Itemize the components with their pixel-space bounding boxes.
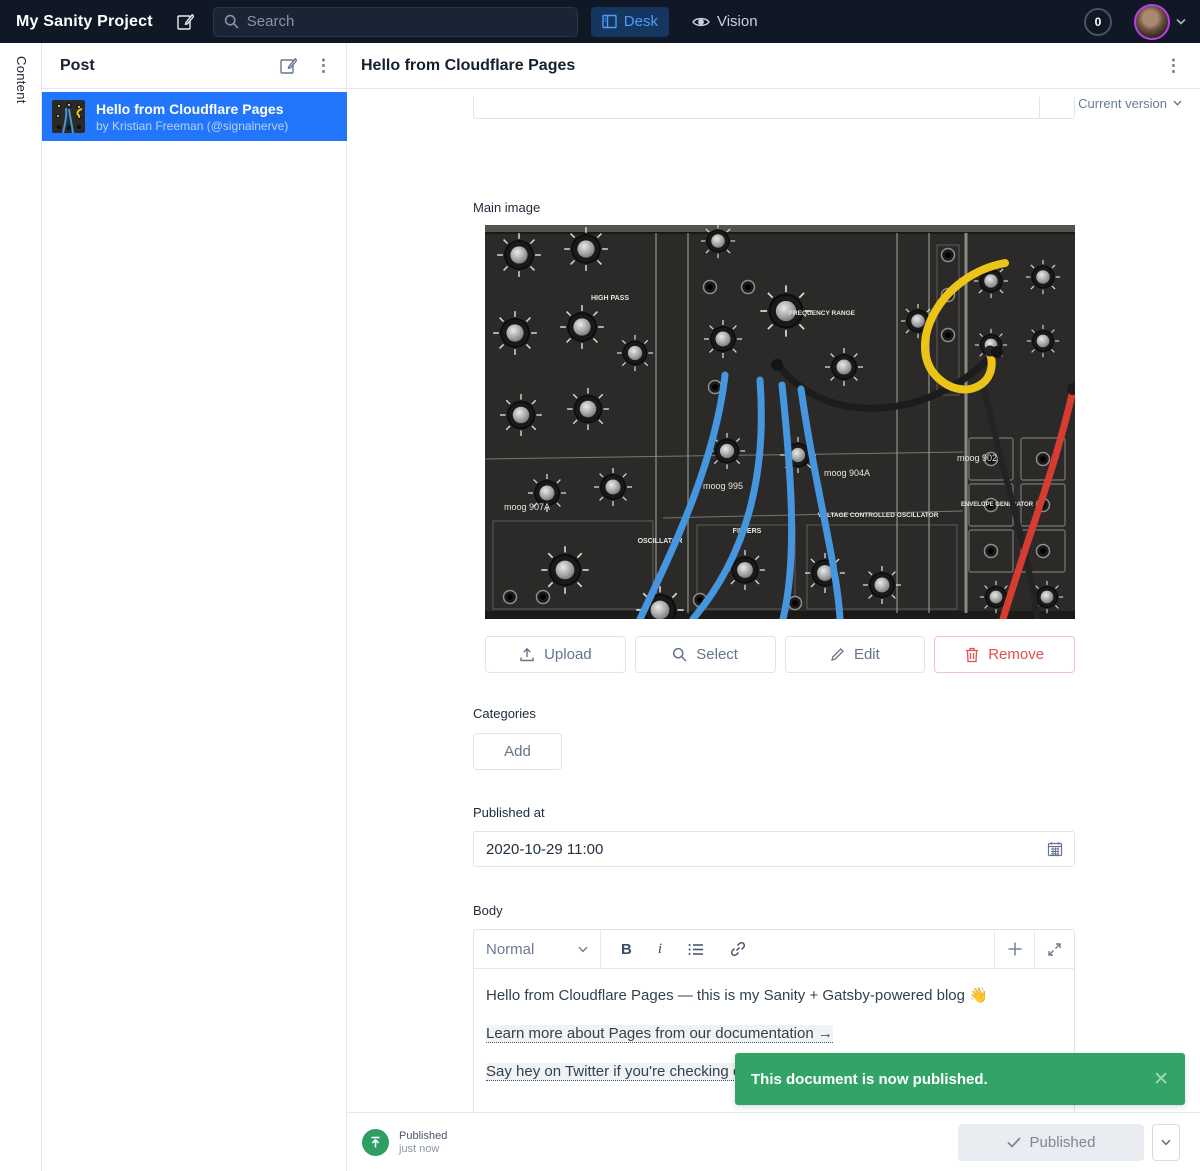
publish-button-label: Published: [1030, 1134, 1096, 1151]
bold-button[interactable]: B: [621, 941, 632, 958]
rail-label[interactable]: Content: [14, 56, 29, 104]
published-status-icon: [362, 1129, 389, 1156]
eye-icon: [692, 15, 710, 29]
top-bar: My Sanity Project Desk: [0, 0, 1200, 43]
tab-desk[interactable]: Desk: [591, 7, 669, 37]
main-image[interactable]: HIGH PASS FREQUENCY RANGE moog 907A moog…: [485, 225, 1075, 619]
content-rail: Content: [0, 43, 42, 1171]
version-chevron-down-icon[interactable]: [1173, 100, 1182, 106]
categories-label: Categories: [473, 706, 536, 721]
body-paragraph: Learn more about Pages from our document…: [486, 1025, 1062, 1042]
body-label: Body: [473, 903, 503, 918]
style-selector-value: Normal: [486, 941, 534, 958]
pencil-icon: [830, 647, 845, 662]
document-footer: Published just now Published: [347, 1112, 1200, 1171]
version-label[interactable]: Current version: [1078, 96, 1167, 111]
photo-label: ENVELOPE GENERATOR: [961, 502, 1034, 508]
main-image-label: Main image: [473, 200, 540, 215]
editor-toolbar: Normal B i: [474, 930, 1074, 969]
select-label: Select: [696, 646, 738, 663]
list-pane-header: Post ⋮: [42, 43, 346, 89]
published-at-field: [473, 831, 1075, 867]
desk-icon: [602, 14, 617, 29]
list-menu-kebab-icon[interactable]: ⋮: [315, 57, 332, 74]
slug-generate-button[interactable]: [1039, 97, 1074, 119]
photo-label: moog 907A: [504, 502, 550, 512]
add-label: Add: [504, 743, 531, 760]
body-link[interactable]: Learn more about Pages from our document…: [486, 1025, 833, 1043]
publish-menu-chevron-down-icon[interactable]: [1152, 1124, 1180, 1161]
remove-label: Remove: [988, 646, 1044, 663]
insert-block-button[interactable]: [994, 930, 1034, 968]
publish-button[interactable]: Published: [958, 1124, 1144, 1161]
edit-button[interactable]: Edit: [785, 636, 926, 673]
bullet-list-button[interactable]: [688, 943, 704, 956]
document-header: Hello from Cloudflare Pages ⋮: [347, 43, 1200, 89]
search-icon: [214, 14, 239, 29]
upload-button[interactable]: Upload: [485, 636, 626, 673]
list-item[interactable]: Hello from Cloudflare Pages by Kristian …: [42, 92, 347, 141]
select-button[interactable]: Select: [635, 636, 776, 673]
compose-icon[interactable]: [280, 57, 297, 74]
document-pane: Hello from Cloudflare Pages ⋮ Current ve…: [347, 43, 1200, 1171]
photo-label: HIGH PASS: [591, 295, 629, 302]
synthesizer-photo: HIGH PASS FREQUENCY RANGE moog 907A moog…: [485, 225, 1075, 619]
tab-vision-label: Vision: [717, 13, 758, 30]
body-paragraph[interactable]: Hello from Cloudflare Pages — this is my…: [486, 986, 1062, 1004]
photo-label: VOLTAGE CONTROLLED OSCILLATOR: [818, 512, 939, 519]
sanity-studio: My Sanity Project Desk: [0, 0, 1200, 1171]
list-item-title: Hello from Cloudflare Pages: [96, 101, 288, 117]
upload-label: Upload: [544, 646, 592, 663]
notifications-badge[interactable]: 0: [1084, 8, 1112, 36]
publish-toast: This document is now published. ✕: [735, 1053, 1185, 1105]
chevron-down-icon: [578, 946, 588, 953]
style-selector[interactable]: Normal: [474, 930, 601, 968]
photo-label: moog 904A: [824, 468, 870, 478]
check-icon: [1007, 1137, 1021, 1148]
photo-label: moog 995: [703, 481, 743, 491]
calendar-icon[interactable]: [1047, 841, 1063, 857]
remove-button[interactable]: Remove: [934, 636, 1075, 673]
photo-label: moog 902: [957, 453, 997, 463]
status-title: Published: [399, 1130, 447, 1142]
list-item-subtitle: by Kristian Freeman (@signalnerve): [96, 119, 288, 133]
trash-icon: [965, 647, 979, 663]
search-input[interactable]: [247, 13, 547, 30]
compose-icon: [177, 13, 194, 30]
avatar[interactable]: [1134, 4, 1170, 40]
italic-button[interactable]: i: [658, 941, 662, 958]
upload-icon: [519, 647, 535, 663]
tab-desk-label: Desk: [624, 13, 658, 30]
status-subtitle: just now: [399, 1143, 447, 1155]
link-button[interactable]: [730, 941, 746, 957]
user-menu-chevron-down-icon[interactable]: [1176, 18, 1186, 25]
published-at-label: Published at: [473, 805, 545, 820]
document-menu-kebab-icon[interactable]: ⋮: [1165, 57, 1182, 74]
search-bar[interactable]: [213, 7, 578, 37]
project-title: My Sanity Project: [16, 13, 153, 31]
photo-label: FREQUENCY RANGE: [789, 310, 856, 317]
expand-editor-button[interactable]: [1034, 930, 1074, 968]
add-category-button[interactable]: Add: [473, 733, 562, 770]
document-title: Hello from Cloudflare Pages: [361, 57, 575, 75]
list-pane-title: Post: [60, 57, 95, 75]
toast-message: This document is now published.: [751, 1071, 988, 1088]
new-document-button[interactable]: [177, 13, 194, 30]
search-icon: [672, 647, 687, 662]
post-list-pane: Post ⋮: [42, 43, 347, 1171]
tab-vision[interactable]: Vision: [681, 7, 769, 37]
slug-field-cutoff[interactable]: [473, 97, 1075, 119]
published-at-input[interactable]: [486, 841, 1047, 858]
image-actions: Upload Select Edit: [485, 636, 1075, 673]
close-icon[interactable]: ✕: [1153, 1070, 1169, 1089]
list-item-thumbnail: [52, 100, 85, 133]
edit-label: Edit: [854, 646, 880, 663]
